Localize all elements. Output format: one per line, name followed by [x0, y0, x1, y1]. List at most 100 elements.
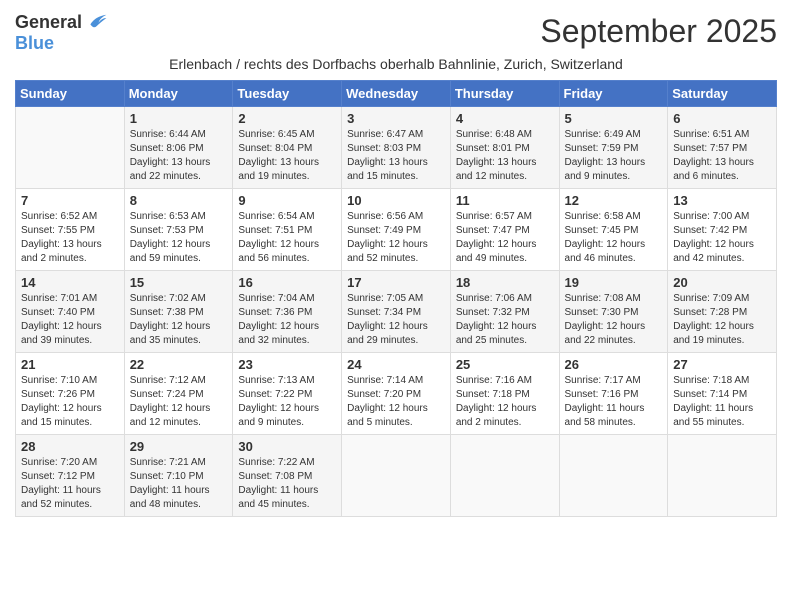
- calendar-day-cell: 26 Sunrise: 7:17 AM Sunset: 7:16 PM Dayli…: [559, 353, 668, 435]
- calendar-week-row: 14 Sunrise: 7:01 AM Sunset: 7:40 PM Dayli…: [16, 271, 777, 353]
- calendar-day-cell: [16, 107, 125, 189]
- day-info: Sunrise: 7:18 AM Sunset: 7:14 PM Dayligh…: [673, 374, 771, 430]
- day-number: 29: [130, 439, 228, 454]
- calendar-day-cell: 18Sunrise: 7:06 AM Sunset: 7:32 PM Dayli…: [450, 271, 559, 353]
- calendar-day-cell: 19 Sunrise: 7:08 AM Sunset: 7:30 PM Dayli…: [559, 271, 668, 353]
- day-number: 1: [130, 111, 228, 126]
- day-info: Sunrise: 7:22 AM Sunset: 7:08 PM Dayligh…: [238, 456, 336, 512]
- calendar-week-row: 28 Sunrise: 7:20 AM Sunset: 7:12 PM Dayli…: [16, 435, 777, 517]
- day-number: 27: [673, 357, 771, 372]
- day-info: Sunrise: 7:12 AM Sunset: 7:24 PM Dayligh…: [130, 374, 228, 430]
- day-number: 5: [565, 111, 663, 126]
- calendar-day-cell: 15Sunrise: 7:02 AM Sunset: 7:38 PM Dayli…: [124, 271, 233, 353]
- day-info: Sunrise: 7:13 AM Sunset: 7:22 PM Dayligh…: [238, 374, 336, 430]
- calendar-day-cell: 4 Sunrise: 6:48 AM Sunset: 8:01 PM Daylig…: [450, 107, 559, 189]
- day-info: Sunrise: 7:08 AM Sunset: 7:30 PM Dayligh…: [565, 292, 663, 348]
- day-number: 3: [347, 111, 445, 126]
- calendar-weekday-header: Saturday: [668, 81, 777, 107]
- calendar-day-cell: [668, 435, 777, 517]
- calendar-day-cell: 25Sunrise: 7:16 AM Sunset: 7:18 PM Dayli…: [450, 353, 559, 435]
- day-number: 13: [673, 193, 771, 208]
- calendar-day-cell: 6 Sunrise: 6:51 AM Sunset: 7:57 PM Daylig…: [668, 107, 777, 189]
- day-number: 16: [238, 275, 336, 290]
- logo-blue-text: Blue: [15, 34, 54, 52]
- calendar-day-cell: 28 Sunrise: 7:20 AM Sunset: 7:12 PM Dayli…: [16, 435, 125, 517]
- day-info: Sunrise: 7:10 AM Sunset: 7:26 PM Dayligh…: [21, 374, 119, 430]
- calendar-weekday-header: Thursday: [450, 81, 559, 107]
- day-number: 4: [456, 111, 554, 126]
- day-info: Sunrise: 7:06 AM Sunset: 7:32 PM Dayligh…: [456, 292, 554, 348]
- calendar-subtitle: Erlenbach / rechts des Dorfbachs oberhal…: [15, 56, 777, 72]
- day-number: 14: [21, 275, 119, 290]
- day-number: 12: [565, 193, 663, 208]
- calendar-day-cell: 3 Sunrise: 6:47 AM Sunset: 8:03 PM Daylig…: [342, 107, 451, 189]
- day-info: Sunrise: 6:52 AM Sunset: 7:55 PM Dayligh…: [21, 210, 119, 266]
- day-number: 8: [130, 193, 228, 208]
- day-info: Sunrise: 6:56 AM Sunset: 7:49 PM Dayligh…: [347, 210, 445, 266]
- calendar-day-cell: 2Sunrise: 6:45 AM Sunset: 8:04 PM Daylig…: [233, 107, 342, 189]
- day-info: Sunrise: 7:17 AM Sunset: 7:16 PM Dayligh…: [565, 374, 663, 430]
- day-info: Sunrise: 7:14 AM Sunset: 7:20 PM Dayligh…: [347, 374, 445, 430]
- day-info: Sunrise: 7:04 AM Sunset: 7:36 PM Dayligh…: [238, 292, 336, 348]
- day-number: 28: [21, 439, 119, 454]
- day-info: Sunrise: 6:51 AM Sunset: 7:57 PM Dayligh…: [673, 128, 771, 184]
- calendar-day-cell: 13Sunrise: 7:00 AM Sunset: 7:42 PM Dayli…: [668, 189, 777, 271]
- calendar-day-cell: 24 Sunrise: 7:14 AM Sunset: 7:20 PM Dayli…: [342, 353, 451, 435]
- calendar-day-cell: 5 Sunrise: 6:49 AM Sunset: 7:59 PM Daylig…: [559, 107, 668, 189]
- calendar-day-cell: 22 Sunrise: 7:12 AM Sunset: 7:24 PM Dayli…: [124, 353, 233, 435]
- day-info: Sunrise: 6:44 AM Sunset: 8:06 PM Dayligh…: [130, 128, 228, 184]
- day-number: 24: [347, 357, 445, 372]
- day-info: Sunrise: 7:01 AM Sunset: 7:40 PM Dayligh…: [21, 292, 119, 348]
- day-number: 26: [565, 357, 663, 372]
- calendar-day-cell: 8 Sunrise: 6:53 AM Sunset: 7:53 PM Daylig…: [124, 189, 233, 271]
- calendar-day-cell: 10Sunrise: 6:56 AM Sunset: 7:49 PM Dayli…: [342, 189, 451, 271]
- day-info: Sunrise: 6:54 AM Sunset: 7:51 PM Dayligh…: [238, 210, 336, 266]
- day-number: 22: [130, 357, 228, 372]
- calendar-day-cell: 7 Sunrise: 6:52 AM Sunset: 7:55 PM Daylig…: [16, 189, 125, 271]
- calendar-day-cell: 27 Sunrise: 7:18 AM Sunset: 7:14 PM Dayli…: [668, 353, 777, 435]
- calendar-day-cell: 30 Sunrise: 7:22 AM Sunset: 7:08 PM Dayli…: [233, 435, 342, 517]
- day-number: 6: [673, 111, 771, 126]
- calendar-weekday-header: Sunday: [16, 81, 125, 107]
- calendar-week-row: 1 Sunrise: 6:44 AM Sunset: 8:06 PM Daylig…: [16, 107, 777, 189]
- day-number: 7: [21, 193, 119, 208]
- calendar-day-cell: 9 Sunrise: 6:54 AM Sunset: 7:51 PM Daylig…: [233, 189, 342, 271]
- day-info: Sunrise: 6:58 AM Sunset: 7:45 PM Dayligh…: [565, 210, 663, 266]
- calendar-day-cell: 29Sunrise: 7:21 AM Sunset: 7:10 PM Dayli…: [124, 435, 233, 517]
- day-info: Sunrise: 6:57 AM Sunset: 7:47 PM Dayligh…: [456, 210, 554, 266]
- day-info: Sunrise: 6:48 AM Sunset: 8:01 PM Dayligh…: [456, 128, 554, 184]
- calendar-day-cell: 14 Sunrise: 7:01 AM Sunset: 7:40 PM Dayli…: [16, 271, 125, 353]
- calendar-day-cell: 12 Sunrise: 6:58 AM Sunset: 7:45 PM Dayli…: [559, 189, 668, 271]
- calendar-week-row: 21 Sunrise: 7:10 AM Sunset: 7:26 PM Dayli…: [16, 353, 777, 435]
- day-number: 20: [673, 275, 771, 290]
- day-info: Sunrise: 6:53 AM Sunset: 7:53 PM Dayligh…: [130, 210, 228, 266]
- day-number: 25: [456, 357, 554, 372]
- calendar-week-row: 7 Sunrise: 6:52 AM Sunset: 7:55 PM Daylig…: [16, 189, 777, 271]
- calendar-day-cell: [559, 435, 668, 517]
- calendar-weekday-header: Monday: [124, 81, 233, 107]
- day-number: 17: [347, 275, 445, 290]
- day-info: Sunrise: 7:20 AM Sunset: 7:12 PM Dayligh…: [21, 456, 119, 512]
- calendar-day-cell: [342, 435, 451, 517]
- day-info: Sunrise: 7:02 AM Sunset: 7:38 PM Dayligh…: [130, 292, 228, 348]
- calendar-day-cell: 11 Sunrise: 6:57 AM Sunset: 7:47 PM Dayli…: [450, 189, 559, 271]
- day-number: 9: [238, 193, 336, 208]
- calendar-weekday-header: Tuesday: [233, 81, 342, 107]
- calendar-day-cell: [450, 435, 559, 517]
- calendar-weekday-header: Wednesday: [342, 81, 451, 107]
- calendar-day-cell: 17Sunrise: 7:05 AM Sunset: 7:34 PM Dayli…: [342, 271, 451, 353]
- logo-bird-icon: [84, 10, 108, 34]
- day-number: 2: [238, 111, 336, 126]
- logo-general-text: General: [15, 13, 82, 31]
- day-number: 11: [456, 193, 554, 208]
- day-info: Sunrise: 6:47 AM Sunset: 8:03 PM Dayligh…: [347, 128, 445, 184]
- day-number: 21: [21, 357, 119, 372]
- day-number: 30: [238, 439, 336, 454]
- calendar-day-cell: 20Sunrise: 7:09 AM Sunset: 7:28 PM Dayli…: [668, 271, 777, 353]
- logo: General Blue: [15, 10, 108, 52]
- calendar-day-cell: 16 Sunrise: 7:04 AM Sunset: 7:36 PM Dayli…: [233, 271, 342, 353]
- day-info: Sunrise: 6:49 AM Sunset: 7:59 PM Dayligh…: [565, 128, 663, 184]
- calendar-day-cell: 21 Sunrise: 7:10 AM Sunset: 7:26 PM Dayli…: [16, 353, 125, 435]
- day-number: 19: [565, 275, 663, 290]
- calendar-day-cell: 1 Sunrise: 6:44 AM Sunset: 8:06 PM Daylig…: [124, 107, 233, 189]
